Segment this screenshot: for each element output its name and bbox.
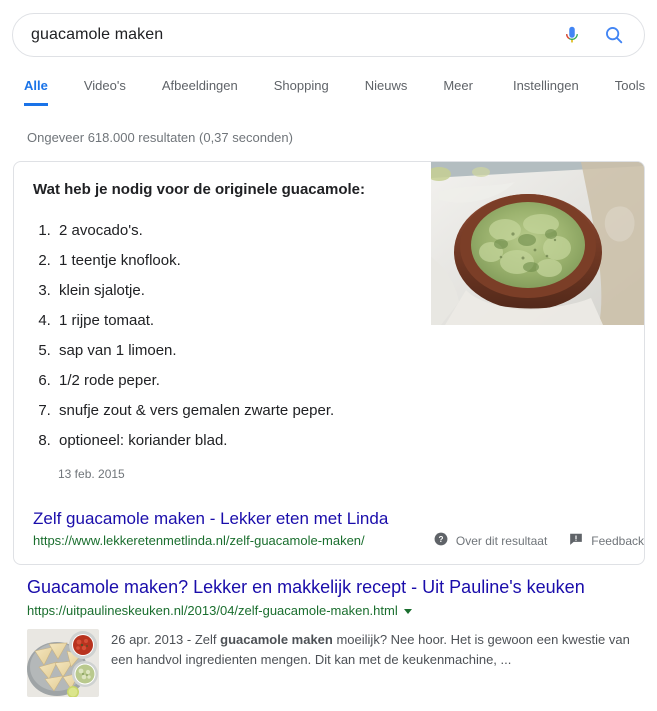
feedback-flag-icon — [569, 532, 583, 550]
tab-afbeeldingen[interactable]: Afbeeldingen — [162, 78, 238, 106]
result-feedback-row: ? Over dit resultaat Feedback — [434, 532, 644, 550]
featured-snippet-inner: Wat heb je nodig voor de originele guaca… — [14, 162, 644, 564]
help-circle-icon: ? — [434, 532, 448, 550]
microphone-icon[interactable] — [560, 23, 584, 47]
list-item: sap van 1 limoen. — [55, 336, 644, 366]
result-snippet: 26 apr. 2013 - Zelf guacamole maken moei… — [111, 629, 631, 697]
tab-alle[interactable]: Alle — [24, 78, 48, 106]
result-stats: Ongeveer 618.000 resultaten (0,37 second… — [27, 130, 293, 145]
tab-nieuws[interactable]: Nieuws — [365, 78, 408, 106]
svg-text:?: ? — [438, 535, 443, 544]
tab-meer[interactable]: Meer — [443, 78, 473, 106]
feedback-button[interactable]: Feedback — [569, 532, 644, 550]
snippet-pre: Zelf — [194, 632, 221, 647]
search-box-icons — [560, 23, 628, 47]
snippet-date: 26 apr. 2013 - — [111, 632, 195, 647]
search-tabs: Alle Video's Afbeeldingen Shopping Nieuw… — [0, 78, 657, 110]
search-tabs-bar: Alle Video's Afbeeldingen Shopping Nieuw… — [0, 78, 657, 110]
url-text: https://www.lekkeretenmetlinda.nl/zelf-g… — [33, 533, 365, 548]
tab-tools[interactable]: Tools — [615, 78, 645, 106]
about-this-result-button[interactable]: ? Over dit resultaat — [434, 532, 547, 550]
result-thumbnail[interactable] — [27, 629, 99, 697]
featured-snippet-card: Wat heb je nodig voor de originele guaca… — [13, 161, 645, 565]
chevron-down-icon[interactable] — [403, 608, 412, 614]
about-this-result-label: Over dit resultaat — [455, 534, 548, 548]
list-item: optioneel: koriander blad. — [55, 426, 644, 456]
tab-instellingen[interactable]: Instellingen — [513, 78, 579, 106]
result-body: 26 apr. 2013 - Zelf guacamole maken moei… — [27, 629, 647, 697]
search-bar-container — [12, 13, 645, 57]
tab-shopping[interactable]: Shopping — [274, 78, 329, 106]
list-item: 1/2 rode peper. — [55, 366, 644, 396]
search-result: Guacamole maken? Lekker en makkelijk rec… — [27, 575, 647, 697]
tab-videos[interactable]: Video's — [84, 78, 126, 106]
search-box[interactable] — [12, 13, 645, 57]
feedback-label: Feedback — [591, 534, 644, 548]
search-input[interactable] — [31, 14, 560, 56]
snippet-highlight: guacamole maken — [220, 632, 333, 647]
search-icon[interactable] — [602, 23, 626, 47]
result-url: https://uitpaulineskeuken.nl/2013/04/zel… — [27, 602, 647, 620]
featured-snippet-image[interactable] — [431, 162, 644, 325]
url-text: https://uitpaulineskeuken.nl/2013/04/zel… — [27, 603, 398, 618]
featured-snippet-date: 13 feb. 2015 — [58, 467, 125, 481]
list-item: snufje zout & vers gemalen zwarte peper. — [55, 396, 644, 426]
result-title-link[interactable]: Guacamole maken? Lekker en makkelijk rec… — [27, 575, 585, 599]
featured-snippet-result-title[interactable]: Zelf guacamole maken - Lekker eten met L… — [33, 508, 388, 530]
